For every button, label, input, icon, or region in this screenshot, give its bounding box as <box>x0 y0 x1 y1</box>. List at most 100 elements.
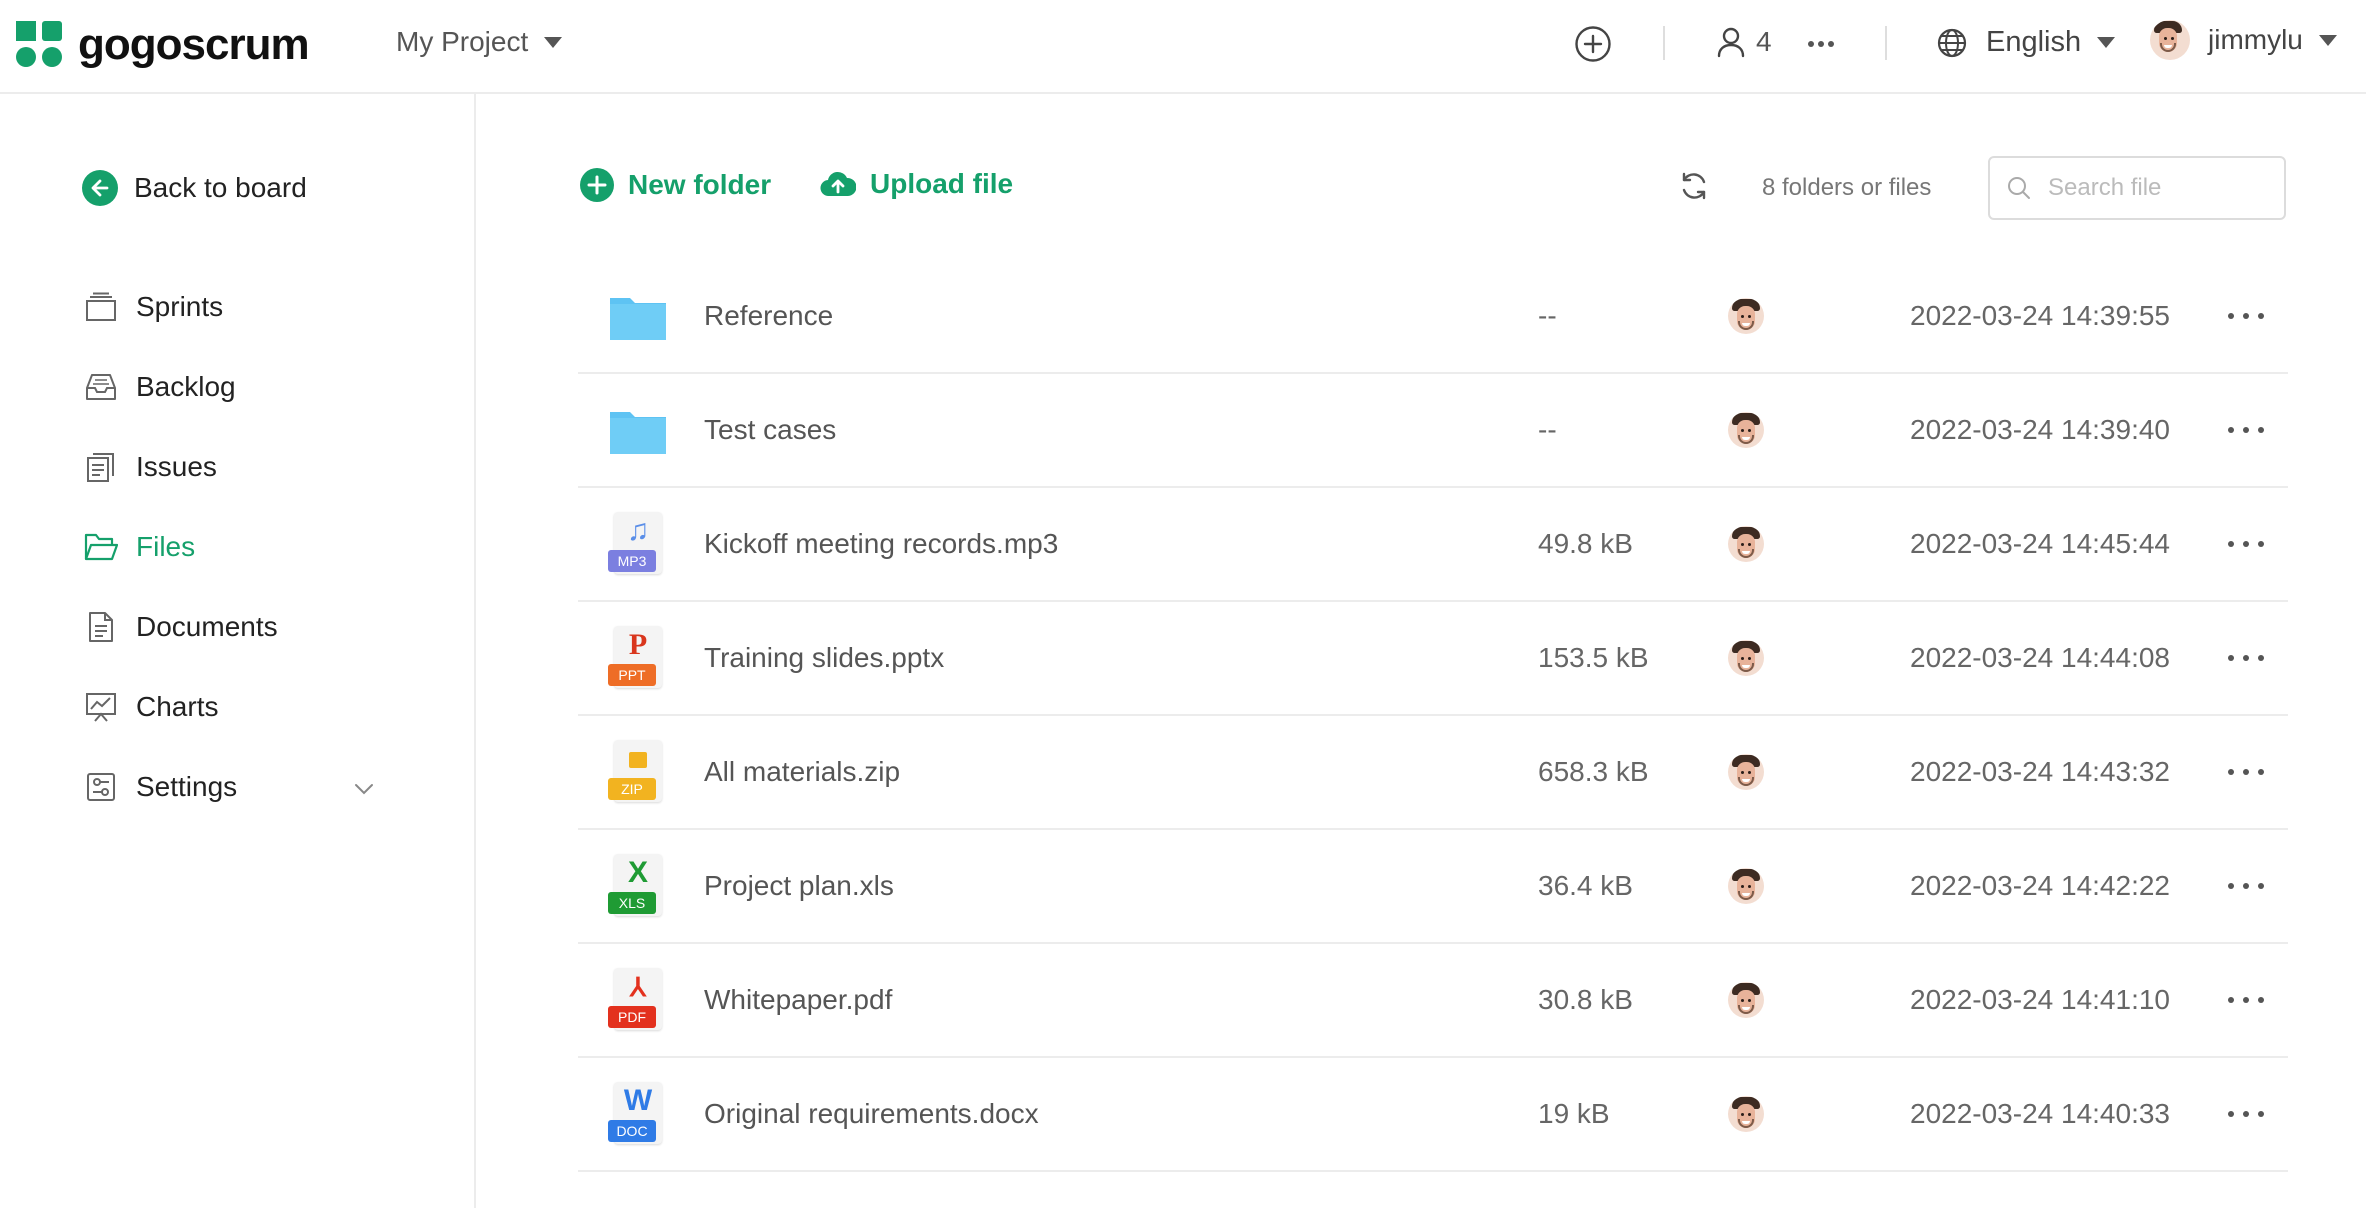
new-folder-button[interactable]: New folder <box>580 168 771 202</box>
sidebar-item-backlog[interactable]: Backlog <box>84 370 236 404</box>
more-icon[interactable] <box>2226 532 2266 556</box>
ppt-file-icon: P PPT <box>608 626 668 690</box>
file-name[interactable]: Project plan.xls <box>704 870 894 902</box>
refresh-icon[interactable] <box>1678 170 1710 207</box>
sidebar-item-files[interactable]: Files <box>84 530 195 564</box>
file-size: 30.8 kB <box>1538 984 1633 1015</box>
file-date: 2022-03-24 14:39:40 <box>1910 414 2170 445</box>
more-icon[interactable] <box>2226 1102 2266 1126</box>
more-icon[interactable] <box>2226 760 2266 784</box>
add-circle-icon[interactable] <box>1574 25 1612 63</box>
mp3-file-icon: ♫ MP3 <box>608 512 668 576</box>
document-icon <box>84 610 118 644</box>
folder-icon <box>608 284 668 348</box>
file-size: 49.8 kB <box>1538 528 1633 559</box>
caret-down-icon <box>2318 34 2337 46</box>
zip-file-icon: ZIP <box>608 740 668 804</box>
brand-logo[interactable]: gogoscrum <box>16 20 310 70</box>
file-name[interactable]: Whitepaper.pdf <box>704 984 892 1016</box>
sidebar-item-label: Files <box>136 531 196 562</box>
file-name[interactable]: Original requirements.docx <box>704 1098 1039 1130</box>
divider <box>1885 26 1887 60</box>
file-row[interactable]: P PPT Training slides.pptx 153.5 kB 2022… <box>578 602 2288 716</box>
file-date: 2022-03-24 14:39:55 <box>1910 300 2170 331</box>
file-row[interactable]: Reference -- 2022-03-24 14:39:55 <box>578 260 2288 374</box>
file-date: 2022-03-24 14:41:10 <box>1910 984 2170 1015</box>
more-icon[interactable] <box>2226 988 2266 1012</box>
inbox-icon <box>84 370 118 404</box>
item-count: 8 folders or files <box>1762 174 1932 201</box>
back-to-board-button[interactable]: Back to board <box>82 170 307 206</box>
owner-avatar <box>1728 526 1764 562</box>
xls-file-icon: X XLS <box>608 854 668 918</box>
search-box[interactable] <box>1988 156 2286 220</box>
folder-icon <box>608 398 668 462</box>
sidebar-item-issues[interactable]: Issues <box>84 450 217 484</box>
file-date: 2022-03-24 14:45:44 <box>1910 528 2170 559</box>
search-icon <box>2006 175 2032 201</box>
file-size: 19 kB <box>1538 1098 1610 1129</box>
owner-avatar <box>1728 754 1764 790</box>
more-icon[interactable] <box>2226 418 2266 442</box>
owner-avatar <box>1728 982 1764 1018</box>
project-selector[interactable]: My Project <box>396 26 563 58</box>
search-input[interactable] <box>2046 173 2270 203</box>
owner-avatar <box>1728 1096 1764 1132</box>
file-row[interactable]: ⅄ PDF Whitepaper.pdf 30.8 kB 2022-03-24 … <box>578 944 2288 1058</box>
file-list: Reference -- 2022-03-24 14:39:55 Test ca… <box>578 260 2288 1172</box>
file-row[interactable]: ZIP All materials.zip 658.3 kB 2022-03-2… <box>578 716 2288 830</box>
file-name[interactable]: Reference <box>704 300 833 332</box>
avatar <box>2150 20 2190 60</box>
globe-icon <box>1936 27 1968 59</box>
file-size: 153.5 kB <box>1538 642 1649 673</box>
arrow-left-icon <box>82 170 118 206</box>
sprints-icon <box>84 290 118 324</box>
file-name[interactable]: Kickoff meeting records.mp3 <box>704 528 1058 560</box>
more-icon[interactable] <box>2226 874 2266 898</box>
members-button[interactable]: 4 <box>1716 26 1772 58</box>
file-date: 2022-03-24 14:40:33 <box>1910 1098 2170 1129</box>
file-name[interactable]: Training slides.pptx <box>704 642 944 674</box>
owner-avatar <box>1728 868 1764 904</box>
user-menu[interactable]: jimmylu <box>2150 20 2337 60</box>
username: jimmylu <box>2208 24 2303 55</box>
file-size: -- <box>1538 300 1557 331</box>
file-row[interactable]: Test cases -- 2022-03-24 14:39:40 <box>578 374 2288 488</box>
file-size: 36.4 kB <box>1538 870 1633 901</box>
caret-down-icon <box>2097 37 2116 48</box>
sidebar-item-label: Settings <box>136 771 238 802</box>
user-icon <box>1716 26 1746 58</box>
sidebar-item-sprints[interactable]: Sprints <box>84 290 223 324</box>
folder-open-icon <box>84 530 118 564</box>
logo-mark-icon <box>16 21 64 69</box>
add-circle-icon <box>580 168 614 202</box>
owner-avatar <box>1728 640 1764 676</box>
sidebar-item-settings[interactable]: Settings <box>84 770 237 804</box>
sidebar-item-charts[interactable]: Charts <box>84 690 218 724</box>
more-icon[interactable] <box>1806 34 1836 54</box>
sidebar-item-label: Sprints <box>136 291 224 322</box>
more-icon[interactable] <box>2226 646 2266 670</box>
file-row[interactable]: ♫ MP3 Kickoff meeting records.mp3 49.8 k… <box>578 488 2288 602</box>
top-bar: gogoscrum My Project 4 English jimmylu <box>0 0 2366 94</box>
file-name[interactable]: Test cases <box>704 414 836 446</box>
back-label: Back to board <box>134 172 307 203</box>
owner-avatar <box>1728 298 1764 334</box>
settings-icon <box>84 770 118 804</box>
file-size: -- <box>1538 414 1557 445</box>
upload-file-label: Upload file <box>870 168 1014 199</box>
file-name[interactable]: All materials.zip <box>704 756 900 788</box>
member-count: 4 <box>1756 26 1772 57</box>
divider <box>1663 26 1665 60</box>
language-selector[interactable]: English <box>1936 26 2116 59</box>
sidebar-item-documents[interactable]: Documents <box>84 610 278 644</box>
file-row[interactable]: X XLS Project plan.xls 36.4 kB 2022-03-2… <box>578 830 2288 944</box>
file-date: 2022-03-24 14:44:08 <box>1910 642 2170 673</box>
file-row[interactable]: W DOC Original requirements.docx 19 kB 2… <box>578 1058 2288 1172</box>
language-label: English <box>1986 26 2082 58</box>
caret-down-icon <box>544 36 563 48</box>
project-name: My Project <box>396 26 529 57</box>
upload-file-button[interactable]: Upload file <box>820 168 1013 200</box>
more-icon[interactable] <box>2226 304 2266 328</box>
chevron-down-icon[interactable] <box>354 782 374 801</box>
